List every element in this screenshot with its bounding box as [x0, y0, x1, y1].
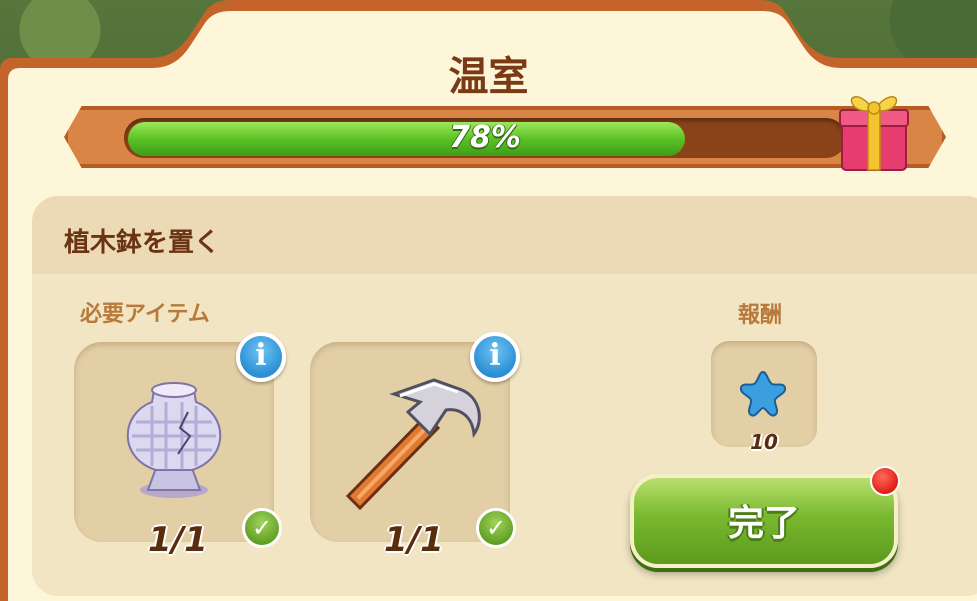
check-icon: ✓ — [476, 508, 516, 548]
panel-title: 温室 — [448, 54, 529, 100]
notification-dot — [870, 466, 900, 496]
reward-count: 10 — [750, 430, 778, 454]
check-icon: ✓ — [242, 508, 282, 548]
required-items-label: 必要アイテム — [80, 302, 210, 327]
gift-box-icon[interactable] — [838, 84, 910, 174]
reward-label: 報酬 — [738, 303, 783, 328]
item-count: 1/1 — [384, 520, 444, 560]
complete-button[interactable] — [630, 474, 898, 568]
item-count: 1/1 — [148, 520, 208, 560]
hammer-icon — [345, 378, 481, 511]
info-icon[interactable]: i — [236, 332, 286, 382]
blue-star-icon — [739, 370, 787, 417]
task-title: 植木鉢を置く — [64, 228, 221, 258]
info-icon[interactable]: i — [470, 332, 520, 382]
progress-label: 78% — [449, 120, 521, 155]
cracked-vase-icon — [126, 382, 222, 498]
